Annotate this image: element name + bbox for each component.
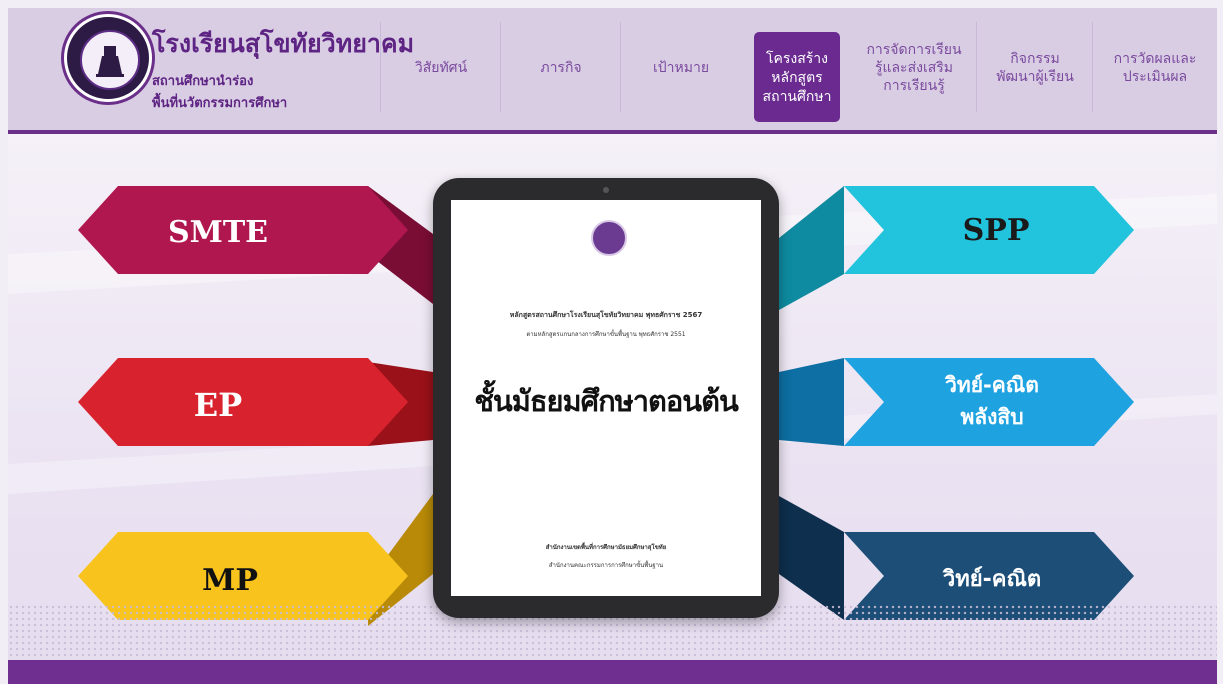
- program-sci-math[interactable]: วิทย์-คณิต: [779, 496, 1134, 620]
- document-subheading: ตามหลักสูตรแกนกลางการศึกษาขั้นพื้นฐาน พุ…: [526, 331, 686, 338]
- program-sci-math-10-label-2: พลังสิบ: [960, 405, 1023, 429]
- nav-activities-label-1: กิจกรรม: [1010, 50, 1060, 66]
- nav-student-activities[interactable]: กิจกรรม พัฒนาผู้เรียน: [976, 22, 1093, 112]
- nav-mission-label: ภารกิจ: [540, 59, 582, 75]
- school-logo-icon[interactable]: [64, 14, 152, 102]
- school-name[interactable]: โรงเรียนสุโขทัยวิทยาคม: [152, 24, 414, 64]
- program-ep[interactable]: EP: [78, 358, 433, 446]
- curriculum-banner: SMTE EP MP SPP วิทย์-คณิต พลังสิบ วิทย์-…: [8, 134, 1217, 660]
- tablet-device: หลักสูตรสถานศึกษาโรงเรียนสุโขทัยวิทยาคม …: [433, 178, 779, 618]
- document-emblem-icon: [591, 220, 627, 256]
- nav-learning-label-2: รู้และส่งเสริม: [874, 59, 954, 75]
- nav-curriculum-label-3: สถานศึกษา: [762, 87, 832, 104]
- nav-learning-label-3: การเรียนรู้: [883, 77, 945, 93]
- nav-curriculum-label-2: หลักสูตร: [771, 68, 823, 85]
- program-sci-math-10[interactable]: วิทย์-คณิต พลังสิบ: [779, 358, 1134, 446]
- camera-icon: [603, 187, 609, 193]
- nav-mission[interactable]: ภารกิจ: [500, 22, 621, 112]
- nav-assessment-label-1: การวัดผลและ: [1113, 50, 1197, 66]
- nav-goal[interactable]: เป้าหมาย: [620, 22, 741, 112]
- school-subtitle-innovation: พื้นที่นวัตกรรมการศึกษา: [152, 95, 288, 110]
- school-subtitle-pilot: สถานศึกษานำร่อง: [152, 73, 254, 88]
- nav-goal-label: เป้าหมาย: [652, 59, 710, 75]
- nav-assessment[interactable]: การวัดผลและ ประเมินผล: [1092, 22, 1217, 112]
- nav-curriculum-label-1: โครงสร้าง: [765, 49, 828, 66]
- program-ep-label: EP: [194, 386, 242, 424]
- nav-assessment-label-2: ประเมินผล: [1122, 68, 1188, 84]
- nav-activities-label-2: พัฒนาผู้เรียน: [996, 68, 1074, 84]
- document-footer-office: สำนักงานเขตพื้นที่การศึกษามัธยมศึกษาสุโข…: [545, 544, 667, 551]
- document-title: ชั้นมัธยมศึกษาตอนต้น: [474, 384, 739, 418]
- nav-learning-management[interactable]: การจัดการเรียน รู้และส่งเสริม การเรียนรู…: [852, 22, 976, 112]
- document-footer-commission: สำนักงานคณะกรรมการการศึกษาขั้นพื้นฐาน: [548, 562, 664, 569]
- document-heading: หลักสูตรสถานศึกษาโรงเรียนสุโขทัยวิทยาคม …: [509, 311, 703, 319]
- footer-bar: [8, 660, 1217, 684]
- nav-vision[interactable]: วิสัยทัศน์: [380, 22, 501, 112]
- nav-vision-label: วิสัยทัศน์: [414, 59, 468, 75]
- nav-curriculum-structure[interactable]: โครงสร้าง หลักสูตร สถานศึกษา: [754, 32, 840, 122]
- program-sci-math-label: วิทย์-คณิต: [942, 566, 1041, 592]
- program-spp[interactable]: SPP: [779, 186, 1134, 310]
- program-sci-math-10-label-1: วิทย์-คณิต: [944, 373, 1039, 397]
- program-mp-label: MP: [202, 563, 258, 598]
- program-smte-label: SMTE: [168, 215, 268, 250]
- nav-learning-label-1: การจัดการเรียน: [866, 41, 962, 57]
- program-spp-label: SPP: [963, 213, 1030, 248]
- curriculum-document[interactable]: หลักสูตรสถานศึกษาโรงเรียนสุโขทัยวิทยาคม …: [451, 200, 761, 596]
